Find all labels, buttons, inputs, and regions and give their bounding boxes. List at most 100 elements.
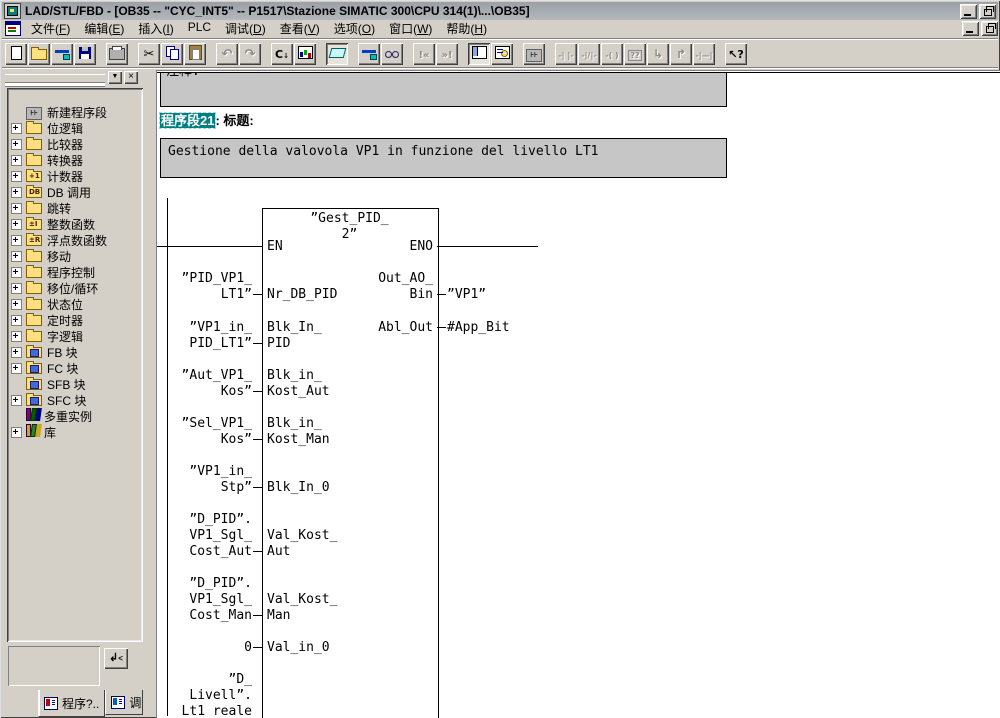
menu-6[interactable]: 查看(V) bbox=[273, 19, 327, 38]
expand-icon[interactable] bbox=[11, 171, 22, 182]
child-minimize-button[interactable] bbox=[962, 21, 979, 36]
menu-7[interactable]: 选项(O) bbox=[327, 19, 382, 38]
child-restore-button[interactable] bbox=[981, 21, 998, 36]
expand-icon[interactable] bbox=[11, 155, 22, 166]
fbd-input-operand[interactable]: ”PID_VP1_LT1” bbox=[156, 271, 252, 303]
tree-item-11[interactable]: 程序控制 bbox=[11, 264, 95, 280]
fbd-input-operand[interactable]: ”D_Livell”.Lt1 reale bbox=[156, 672, 252, 718]
tree-item-3[interactable]: 比较器 bbox=[11, 136, 83, 152]
tree-item-9[interactable]: ±R浮点数函数 bbox=[11, 232, 107, 248]
expand-icon[interactable] bbox=[11, 267, 22, 278]
open-branch-button[interactable]: ↳ bbox=[647, 43, 669, 65]
contact-nc-button[interactable]: -|/|- bbox=[578, 43, 600, 65]
tree-item-8[interactable]: ±I整数函数 bbox=[11, 216, 95, 232]
help-pointer-button[interactable]: ↖? bbox=[725, 43, 747, 65]
expand-icon[interactable] bbox=[11, 395, 22, 406]
previous-error-button[interactable]: !« bbox=[413, 43, 435, 65]
expand-icon[interactable] bbox=[11, 235, 22, 246]
pane-tab-2[interactable]: 调用 bbox=[105, 690, 143, 715]
new-document-button[interactable] bbox=[5, 43, 27, 65]
network-comment-box[interactable]: Gestione della valovola VP1 in funzione … bbox=[160, 138, 727, 178]
monitor-onoff-button[interactable] bbox=[381, 43, 403, 65]
expand-icon[interactable] bbox=[11, 187, 22, 198]
expand-icon[interactable] bbox=[11, 299, 22, 310]
connector-button[interactable]: -|—| bbox=[693, 43, 715, 65]
open-online-button[interactable] bbox=[51, 43, 73, 65]
menu-1[interactable]: 文件(F) bbox=[24, 19, 77, 38]
expand-icon[interactable] bbox=[11, 283, 22, 294]
fbd-input-operand[interactable]: ”D_PID”.VP1_Sgl_Cost_Man bbox=[156, 576, 252, 624]
symbolic-representation-button[interactable] bbox=[326, 43, 348, 65]
menu-4[interactable]: PLC bbox=[181, 19, 218, 38]
print-button[interactable] bbox=[106, 43, 128, 65]
cut-button[interactable]: ✂ bbox=[138, 43, 160, 65]
tree-item-4[interactable]: 转换器 bbox=[11, 152, 83, 168]
expand-icon[interactable] bbox=[11, 315, 22, 326]
tree-item-18[interactable]: SFB 块 bbox=[11, 376, 86, 392]
monitor-blocks-button[interactable] bbox=[294, 43, 316, 65]
menu-9[interactable]: 帮助(H) bbox=[439, 19, 494, 38]
minimize-button[interactable] bbox=[960, 4, 977, 19]
tree-item-6[interactable]: DBDB 调用 bbox=[11, 184, 91, 200]
undo-button[interactable]: ↶ bbox=[216, 43, 238, 65]
fbd-input-operand[interactable]: ”VP1_in_PID_LT1” bbox=[156, 320, 252, 352]
fbd-input-operand[interactable]: ”Aut_VP1_Kos” bbox=[156, 368, 252, 400]
tree-item-2[interactable]: 位逻辑 bbox=[11, 120, 83, 136]
menu-3[interactable]: 插入(I) bbox=[131, 19, 180, 38]
open-folder-button[interactable] bbox=[28, 43, 50, 65]
tree-item-15[interactable]: 字逻辑 bbox=[11, 328, 83, 344]
pane-drag-handle[interactable] bbox=[5, 74, 105, 83]
tree-item-20[interactable]: 多重实例 bbox=[11, 408, 92, 424]
expand-icon[interactable] bbox=[11, 123, 22, 134]
close-branch-button[interactable]: ↱ bbox=[670, 43, 692, 65]
overview-toggle-button[interactable] bbox=[468, 43, 490, 65]
save-button[interactable] bbox=[74, 43, 96, 65]
next-error-button[interactable]: »! bbox=[436, 43, 458, 65]
new-network-button[interactable]: ⊦⊦ bbox=[523, 43, 545, 65]
contact-no-button[interactable]: -| |- bbox=[555, 43, 577, 65]
detail-view-button[interactable] bbox=[491, 43, 513, 65]
comment-box-top[interactable]: 注释: bbox=[160, 72, 727, 107]
fbd-input-operand[interactable]: ”D_PID”.VP1_Sgl_Cost_Aut bbox=[156, 512, 252, 560]
fbd-input-operand[interactable]: 0 bbox=[156, 640, 252, 656]
expand-icon[interactable] bbox=[11, 331, 22, 342]
expand-icon[interactable] bbox=[11, 427, 22, 438]
tree-item-12[interactable]: 移位/循环 bbox=[11, 280, 98, 296]
tree-item-7[interactable]: 跳转 bbox=[11, 200, 71, 216]
nav-arrow-button[interactable]: ↲< bbox=[104, 648, 128, 669]
coil-button[interactable]: -( ) bbox=[601, 43, 623, 65]
network-label[interactable]: 程序段21 bbox=[160, 113, 215, 128]
expand-icon[interactable] bbox=[11, 203, 22, 214]
copy-button[interactable] bbox=[161, 43, 183, 65]
editor-canvas[interactable]: 注释: 程序段21: 标题: Gestione della valovola V… bbox=[156, 70, 1000, 718]
tree-item-5[interactable]: +1计数器 bbox=[11, 168, 83, 184]
tree-item-16[interactable]: FB 块 bbox=[11, 344, 78, 360]
redo-button[interactable]: ↷ bbox=[239, 43, 261, 65]
tree-item-1[interactable]: ⊦⊦新建程序段 bbox=[11, 104, 107, 120]
symbol-information-button[interactable] bbox=[358, 43, 380, 65]
tree-item-13[interactable]: 状态位 bbox=[11, 296, 83, 312]
menu-2[interactable]: 编辑(E) bbox=[77, 19, 131, 38]
fbd-output-operand[interactable]: ”VP1” bbox=[447, 287, 486, 303]
document-icon[interactable] bbox=[5, 21, 21, 36]
tree-item-14[interactable]: 定时器 bbox=[11, 312, 83, 328]
expand-icon[interactable] bbox=[11, 251, 22, 262]
empty-box-button[interactable]: ?? bbox=[624, 43, 646, 65]
menu-8[interactable]: 窗口(W) bbox=[382, 19, 439, 38]
tree-item-17[interactable]: FC 块 bbox=[11, 360, 78, 376]
expand-icon[interactable] bbox=[11, 363, 22, 374]
expand-icon[interactable] bbox=[11, 219, 22, 230]
menu-5[interactable]: 调试(D) bbox=[218, 19, 273, 38]
paste-button[interactable] bbox=[184, 43, 206, 65]
pane-menu-button[interactable]: ▼ bbox=[108, 71, 122, 84]
tree-item-21[interactable]: 库 bbox=[11, 424, 56, 440]
restore-button[interactable] bbox=[979, 4, 996, 19]
tree-item-10[interactable]: 移动 bbox=[11, 248, 71, 264]
fbd-input-operand[interactable]: ”VP1_in_Stp” bbox=[156, 464, 252, 496]
tree-item-19[interactable]: SFC 块 bbox=[11, 392, 86, 408]
expand-icon[interactable] bbox=[11, 139, 22, 150]
fbd-input-operand[interactable]: ”Sel_VP1_Kos” bbox=[156, 416, 252, 448]
pane-close-icon[interactable]: × bbox=[124, 71, 138, 84]
network-header[interactable]: 程序段21: 标题: bbox=[160, 110, 254, 129]
download-button[interactable]: C↓ bbox=[271, 43, 293, 65]
